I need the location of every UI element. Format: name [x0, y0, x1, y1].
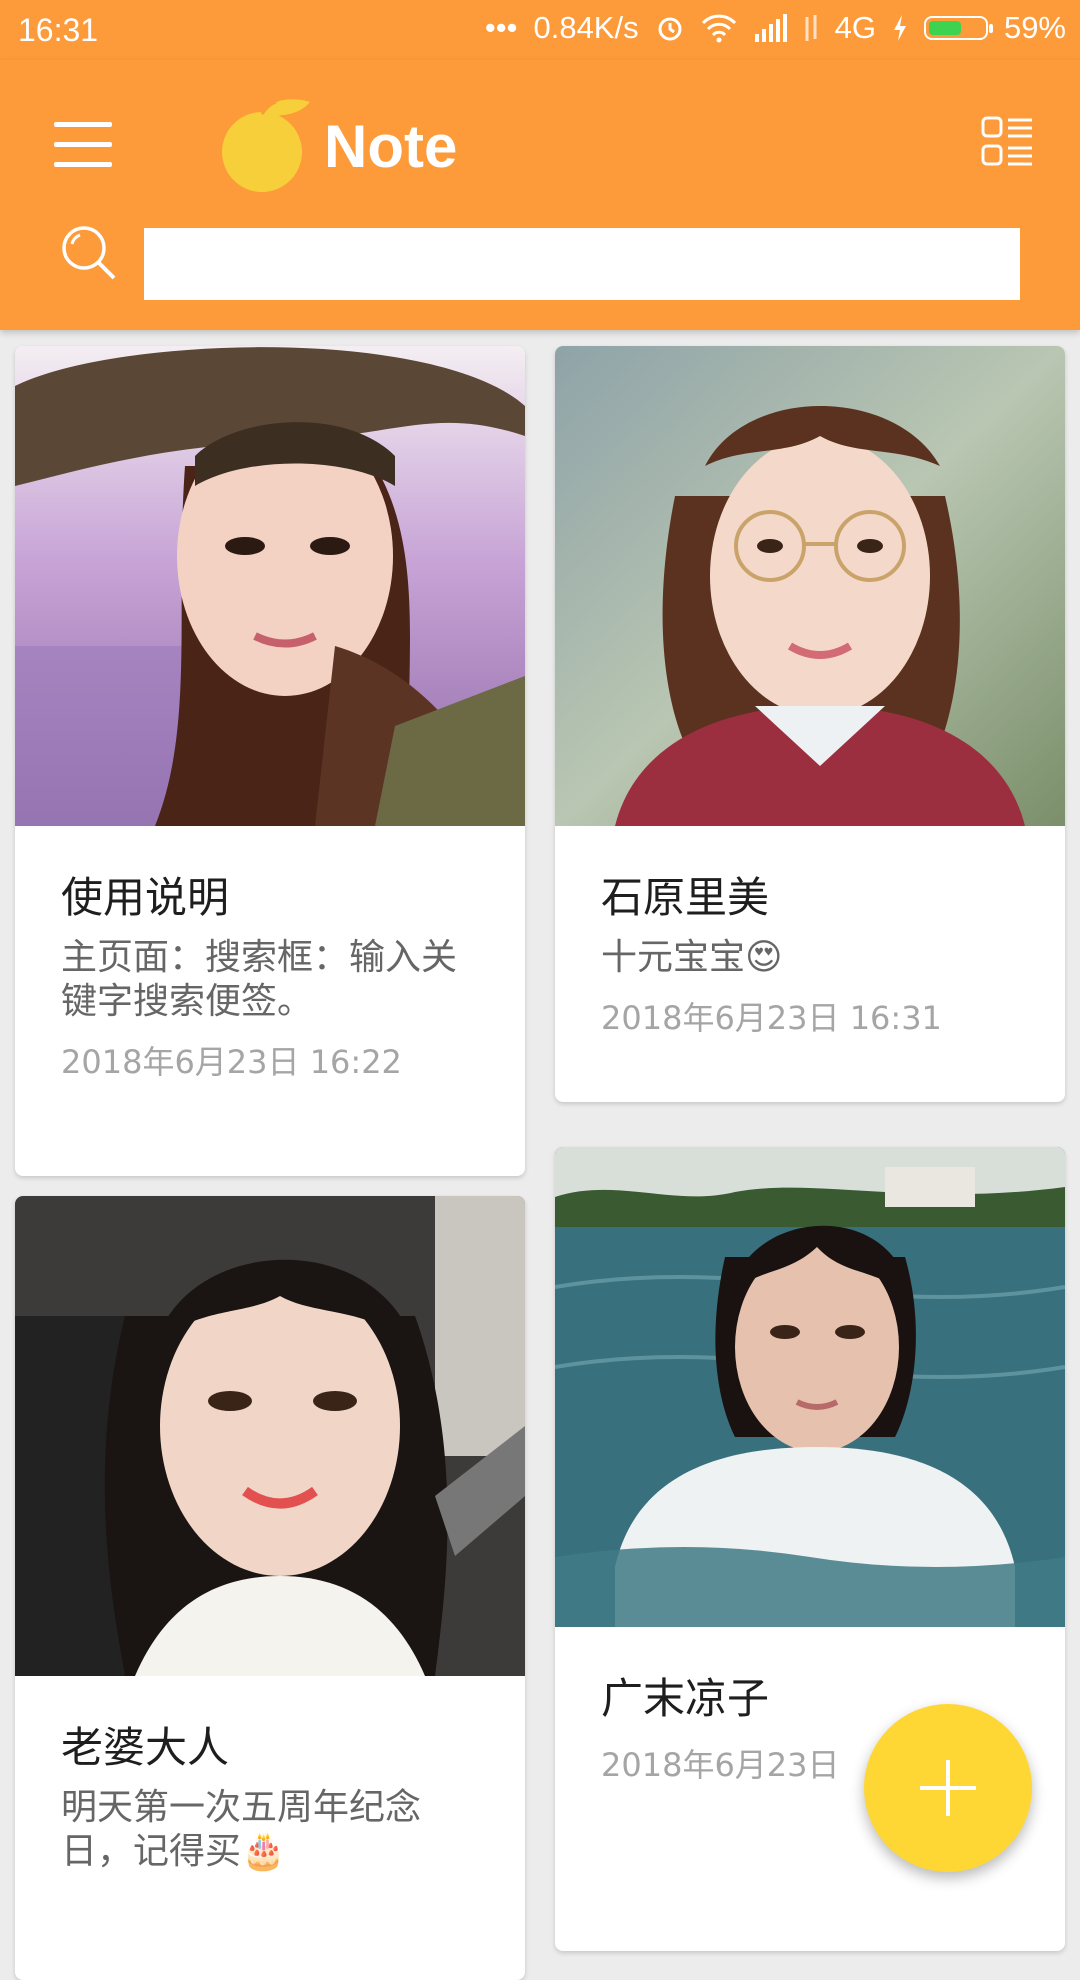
menu-icon	[54, 122, 112, 127]
note-photo	[15, 1196, 525, 1676]
status-icons: ••• 0.84K/s 4G 59%	[485, 10, 1066, 46]
menu-button[interactable]	[54, 122, 112, 168]
search-input[interactable]	[144, 228, 1020, 300]
note-photo	[555, 346, 1065, 826]
note-card[interactable]: 石原里美 十元宝宝😍 2018年6月23日 16:31	[555, 346, 1065, 1102]
status-time: 16:31	[18, 12, 99, 48]
orange-logo-icon	[222, 99, 310, 192]
note-title: 石原里美	[601, 873, 770, 922]
status-bar: 16:31 ••• 0.84K/s 4G 59%	[0, 0, 1080, 60]
note-date: 2018年6月23日 16:22	[61, 1043, 402, 1081]
network-speed: 0.84K/s	[533, 10, 639, 45]
alarm-icon	[658, 17, 682, 41]
layout-toggle-icon[interactable]	[980, 114, 1036, 170]
more-dots-icon: •••	[484, 10, 518, 45]
note-title: 老婆大人	[61, 1723, 230, 1772]
add-note-button[interactable]	[864, 1704, 1032, 1872]
data-arrows-icon	[805, 15, 817, 41]
note-text: 十元宝宝😍	[601, 937, 783, 978]
battery-percent: 59%	[1003, 10, 1066, 45]
battery-icon	[923, 16, 993, 40]
note-photo	[15, 346, 525, 826]
note-date: 2018年6月23日 16:31	[601, 999, 942, 1037]
note-card[interactable]: 使用说明 主页面：搜索框：输入关键字搜索便签。 2018年6月23日 16:22	[15, 346, 525, 1176]
wifi-icon	[701, 14, 736, 43]
search-icon[interactable]	[58, 222, 118, 282]
charging-icon	[893, 15, 906, 41]
battery-fill	[928, 21, 961, 35]
note-card[interactable]: 老婆大人 明天第一次五周年纪念日，记得买🎂	[15, 1196, 525, 1980]
note-text: 明天第一次五周年纪念日，记得买🎂	[61, 1787, 422, 1872]
note-photo	[555, 1147, 1065, 1627]
note-text: 主页面：搜索框：输入关键字搜索便签。	[61, 937, 458, 1022]
app-title: Note	[324, 113, 458, 180]
note-title: 使用说明	[61, 873, 230, 922]
app-bar: Note	[0, 60, 1080, 330]
network-type: 4G	[834, 10, 876, 45]
signal-icon	[754, 14, 787, 42]
